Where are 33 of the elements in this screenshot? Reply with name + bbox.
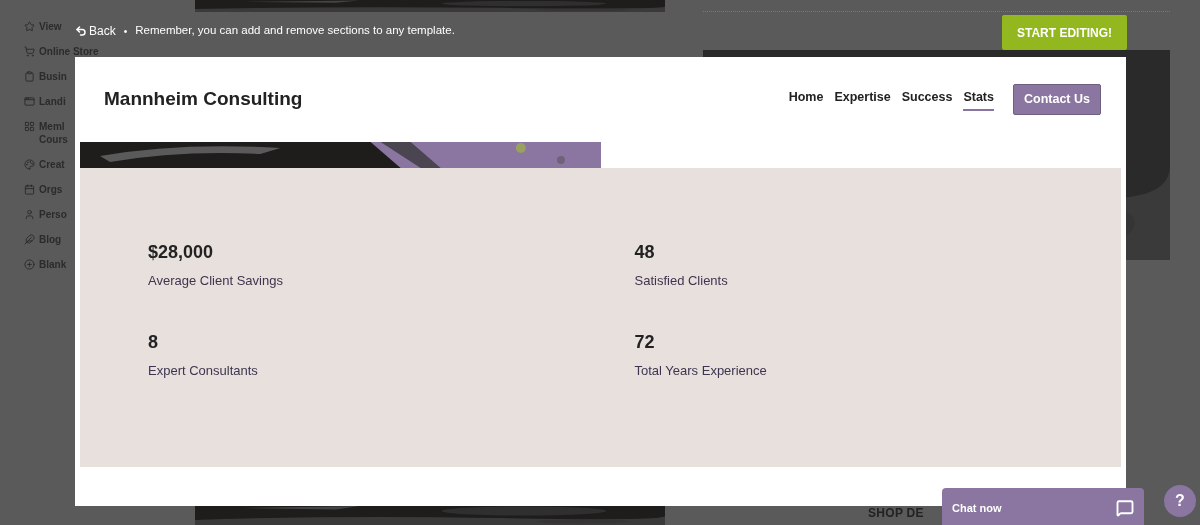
sidebar-icon (24, 159, 35, 170)
undo-icon (75, 25, 87, 37)
nav-link[interactable]: Stats (963, 88, 994, 111)
sidebar-icon (24, 46, 35, 57)
tip-message: Remember, you can add and remove sections to any template. (135, 23, 455, 39)
sidebar-icon (24, 96, 35, 107)
stat-value: $28,000 (148, 241, 215, 263)
stat-value: 72 (634, 330, 656, 353)
section-heading: SHOP DE (868, 505, 924, 522)
site-brand: Mannheim Consulting (104, 87, 303, 112)
sidebar-icon (24, 184, 35, 195)
help-button[interactable]: ? (1164, 485, 1196, 517)
stat-value: 8 (148, 330, 159, 353)
separator: • (123, 24, 128, 39)
sidebar-icon (24, 71, 35, 82)
contact-button[interactable]: Contact Us (1013, 84, 1101, 115)
sidebar-icon (24, 121, 35, 132)
stat-label: Satisfied Clients (634, 272, 729, 290)
stat-label: Average Client Savings (148, 272, 284, 290)
chat-bubble-icon (1116, 499, 1134, 517)
nav-link[interactable]: Success (901, 88, 953, 111)
chat-button[interactable]: Chat now (942, 488, 1144, 525)
nav-link[interactable]: Home (788, 88, 824, 111)
sidebar-icon (24, 234, 35, 245)
stat-value: 48 (634, 241, 656, 263)
stat-label: Expert Consultants (148, 361, 259, 380)
sidebar-icon (24, 209, 35, 220)
stat-label: Total Years Experience (634, 361, 768, 380)
start-editing-button[interactable]: START EDITING! (1002, 15, 1127, 50)
sidebar-icon (24, 259, 35, 270)
sidebar-icon (24, 21, 35, 32)
back-button[interactable]: Back (75, 22, 116, 40)
nav-link[interactable]: Expertise (834, 88, 891, 111)
